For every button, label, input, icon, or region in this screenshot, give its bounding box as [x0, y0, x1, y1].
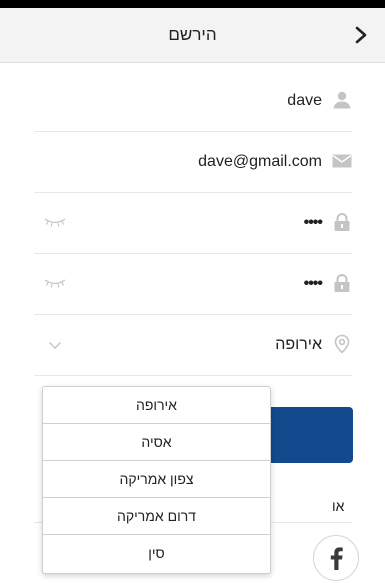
confirm-password-value[interactable]: ••••	[304, 253, 323, 314]
status-bar	[0, 0, 385, 8]
region-option[interactable]: דרום אמריקה	[43, 498, 270, 535]
eye-closed-icon[interactable]	[44, 277, 66, 289]
region-value[interactable]: אירופה	[275, 314, 322, 375]
name-field[interactable]: dave	[34, 70, 352, 132]
mail-icon	[332, 154, 352, 168]
confirm-password-field[interactable]: ••••	[34, 253, 352, 315]
app-header: הירשם	[0, 8, 385, 63]
facebook-login-button[interactable]	[313, 535, 359, 581]
region-option[interactable]: צפון אמריקה	[43, 461, 270, 498]
person-icon	[333, 91, 351, 109]
password-value[interactable]: ••••	[304, 192, 323, 253]
facebook-icon	[330, 547, 343, 570]
or-label: או	[332, 498, 345, 514]
location-pin-icon	[334, 334, 350, 354]
chevron-down-icon[interactable]	[48, 338, 62, 352]
page-title: הירשם	[168, 25, 217, 44]
back-button[interactable]	[351, 25, 371, 45]
lock-icon	[334, 213, 350, 231]
eye-closed-icon[interactable]	[44, 216, 66, 228]
lock-icon	[334, 274, 350, 292]
email-field[interactable]: dave@gmail.com	[34, 131, 352, 193]
email-value[interactable]: dave@gmail.com	[198, 131, 322, 192]
region-option[interactable]: אסיה	[43, 424, 270, 461]
region-option[interactable]: סין	[43, 535, 270, 571]
region-select[interactable]: אירופה	[34, 314, 352, 376]
chevron-right-icon	[355, 26, 367, 44]
password-field[interactable]: ••••	[34, 192, 352, 254]
region-dropdown: אירופה אסיה צפון אמריקה דרום אמריקה סין	[42, 386, 271, 574]
name-value[interactable]: dave	[287, 70, 322, 131]
region-option[interactable]: אירופה	[43, 387, 270, 424]
